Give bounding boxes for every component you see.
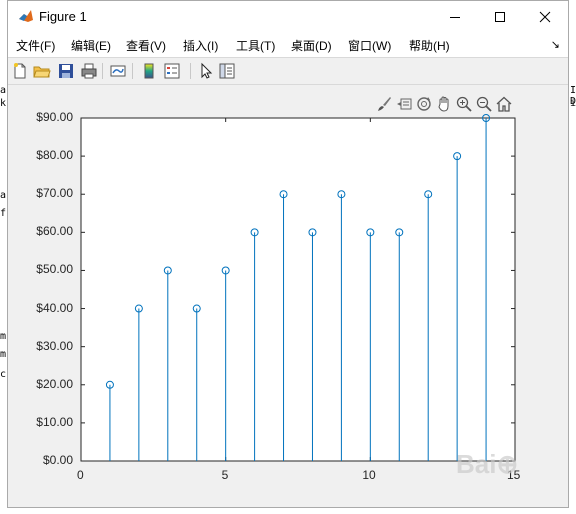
x-tick-label: 10 <box>362 468 376 482</box>
y-tick-label: $20.00 <box>36 376 73 391</box>
bg-text-left-4: f <box>0 208 7 219</box>
y-tick-label: $70.00 <box>36 186 73 201</box>
y-tick-label: $50.00 <box>36 262 73 277</box>
y-tick-label: $60.00 <box>36 224 73 239</box>
bg-text-right-2: is <box>570 98 576 109</box>
bg-text-left-1: a <box>0 85 7 96</box>
y-tick-label: $30.00 <box>36 338 73 353</box>
axes-background <box>80 117 516 462</box>
y-tick-label: $0.00 <box>42 453 73 467</box>
x-tick-label: 5 <box>221 468 229 482</box>
y-tick-label: $40.00 <box>36 300 73 315</box>
figure-window: Figure 1 文件(F) 编辑(E) 查看(V) 插入(I) 工具(T) 桌… <box>7 0 569 508</box>
y-tick-label: $10.00 <box>36 414 73 429</box>
bg-text-left-5: m <box>0 331 7 342</box>
watermark: Bai⊕ <box>456 449 519 479</box>
bg-text-left-6: m <box>0 349 7 360</box>
bg-text-left-3: a <box>0 190 7 201</box>
x-tick-label: 0 <box>77 468 84 482</box>
y-tick-label: $90.00 <box>36 110 73 124</box>
bg-text-left-7: c <box>0 369 7 380</box>
y-tick-label: $80.00 <box>36 148 73 163</box>
stem-plot[interactable] <box>8 1 570 509</box>
